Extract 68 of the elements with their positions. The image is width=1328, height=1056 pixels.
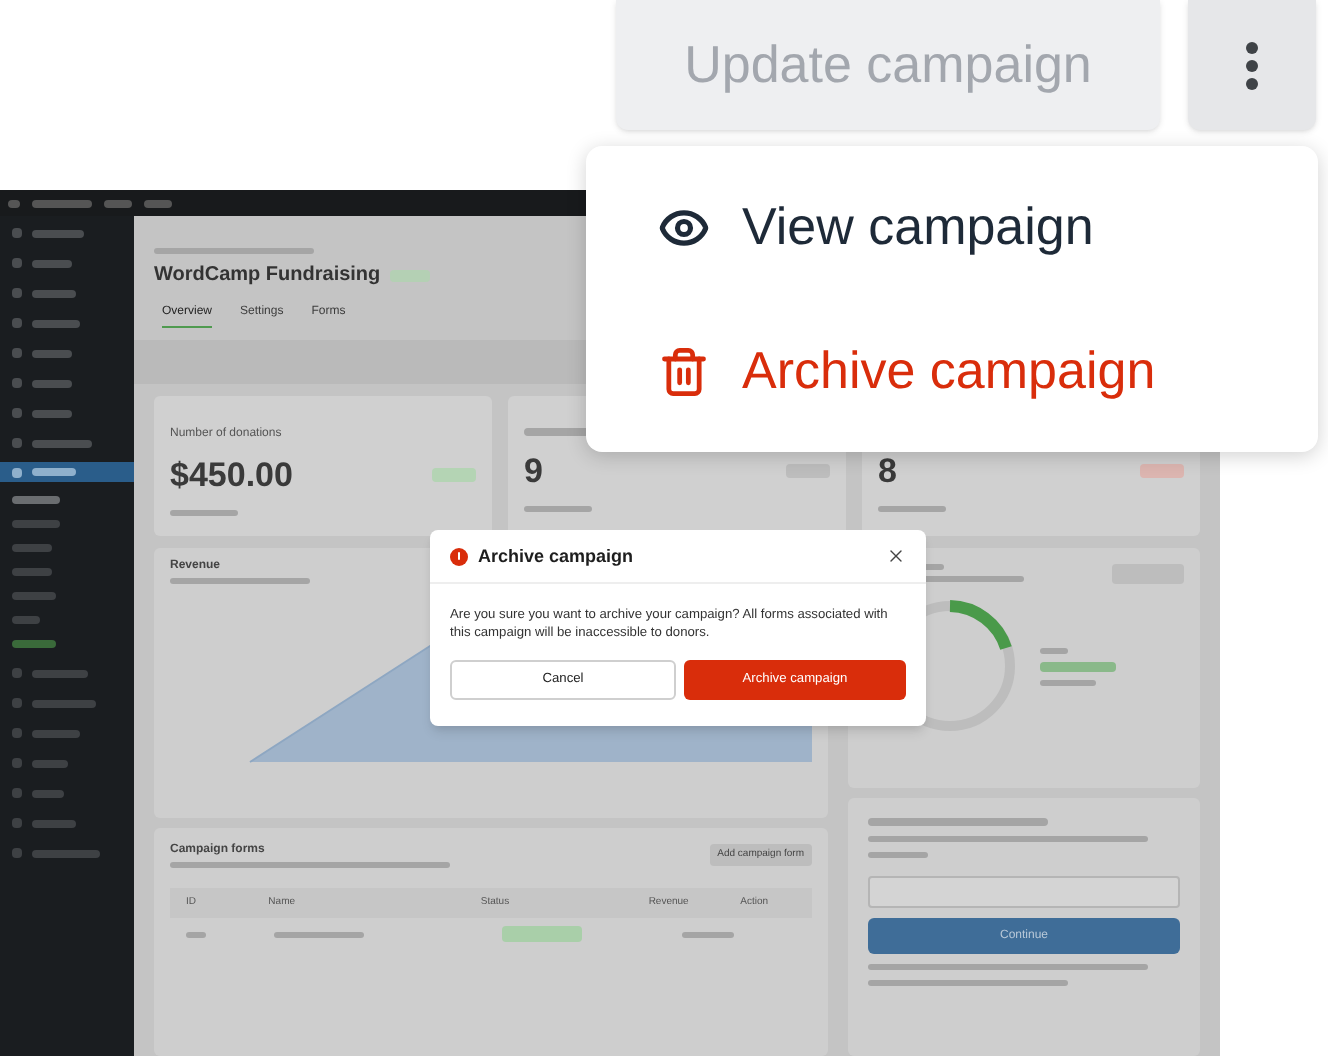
kebab-icon bbox=[1246, 41, 1258, 89]
blurred-text bbox=[1040, 647, 1068, 653]
menu-item[interactable]: View campaign bbox=[658, 171, 1246, 283]
blurred-text bbox=[170, 510, 238, 516]
blurred-text bbox=[12, 592, 56, 600]
blurred-text bbox=[32, 349, 72, 357]
blurred-text bbox=[12, 438, 22, 448]
blurred-text bbox=[1040, 679, 1096, 685]
alert-icon bbox=[450, 547, 468, 565]
blurred-text bbox=[32, 319, 80, 327]
blurred-text bbox=[32, 199, 92, 207]
blurred-text bbox=[32, 699, 96, 707]
blurred-text bbox=[12, 228, 22, 238]
blurred-text bbox=[524, 506, 592, 512]
blurred-text bbox=[32, 229, 84, 237]
blurred-text bbox=[144, 199, 172, 207]
blurred-text bbox=[32, 289, 76, 297]
status-badge bbox=[502, 926, 582, 942]
blurred-text bbox=[12, 467, 22, 477]
blurred-text bbox=[682, 931, 734, 937]
blurred-text bbox=[32, 439, 92, 447]
stat-value: 9 bbox=[524, 454, 543, 488]
blurred-text bbox=[868, 852, 928, 858]
blurred-text bbox=[12, 496, 60, 504]
blurred-text bbox=[12, 818, 22, 828]
blurred-text bbox=[12, 616, 40, 624]
blurred-text bbox=[12, 698, 22, 708]
blurred-text bbox=[32, 789, 64, 797]
blurred-text bbox=[12, 668, 22, 678]
blurred-text bbox=[12, 568, 52, 576]
blurred-text bbox=[12, 378, 22, 388]
blurred-text bbox=[12, 348, 22, 358]
blurred-text bbox=[170, 578, 310, 584]
stat-value: 8 bbox=[878, 454, 897, 488]
blurred-text bbox=[12, 788, 22, 798]
blurred-text bbox=[12, 758, 22, 768]
blurred-text bbox=[32, 379, 72, 387]
blurred-text bbox=[12, 318, 22, 328]
blurred-text bbox=[12, 288, 22, 298]
blurred-text bbox=[104, 199, 132, 207]
blurred-text bbox=[8, 199, 20, 207]
blurred-text bbox=[12, 520, 60, 528]
blurred-text bbox=[32, 259, 72, 267]
license-key-field[interactable] bbox=[868, 876, 1180, 908]
blurred-text bbox=[32, 669, 88, 677]
blurred-text bbox=[186, 931, 206, 937]
blurred-text bbox=[32, 849, 100, 857]
blurred-text bbox=[12, 544, 52, 552]
blurred-text bbox=[32, 819, 76, 827]
close-icon[interactable] bbox=[886, 546, 906, 566]
page-title: WordCamp Fundraising bbox=[154, 266, 381, 286]
dialog-title: Archive campaign bbox=[478, 547, 634, 565]
more-button[interactable] bbox=[1188, 0, 1316, 130]
blurred-text bbox=[32, 468, 76, 476]
blurred-text bbox=[274, 931, 364, 937]
blurred-text bbox=[1040, 661, 1116, 671]
blurred-text bbox=[12, 258, 22, 268]
menu-item[interactable]: Archive campaign bbox=[658, 315, 1246, 427]
blurred-text bbox=[12, 640, 56, 648]
blurred-text bbox=[12, 728, 22, 738]
blurred-text bbox=[12, 848, 22, 858]
blurred-text bbox=[32, 409, 72, 417]
blurred-text bbox=[12, 408, 22, 418]
trash-icon bbox=[658, 345, 710, 397]
blurred-text bbox=[32, 759, 68, 767]
blurred-text bbox=[32, 729, 80, 737]
blurred-text bbox=[878, 506, 946, 512]
stat-value: $450.00 bbox=[170, 458, 293, 492]
